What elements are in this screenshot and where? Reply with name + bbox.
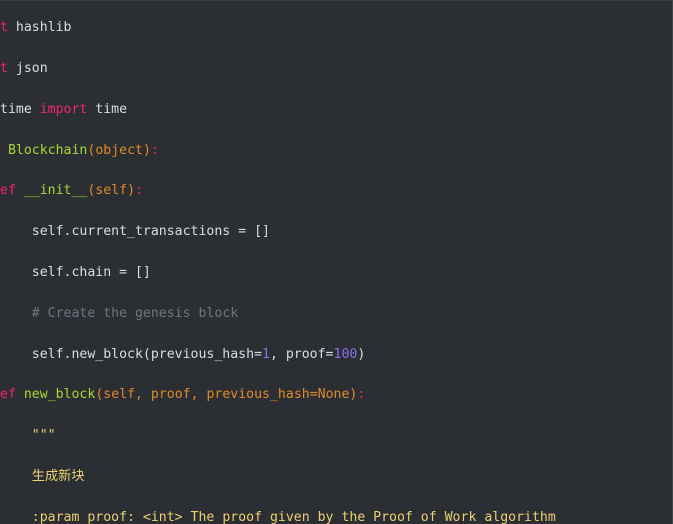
code-line: self.new_block(previous_hash=1, proof=10… xyxy=(0,345,672,365)
code-line: time import time xyxy=(0,100,672,120)
code-token: : xyxy=(150,142,159,158)
code-token: : xyxy=(135,183,143,199)
code-line: t hashlib xyxy=(0,18,672,38)
code-token: self.chain = [] xyxy=(0,264,151,280)
code-token: , proof= xyxy=(269,346,334,362)
code-token: new_block xyxy=(23,387,96,403)
code-token: self, proof, previous_hash=None xyxy=(103,387,350,403)
code-token: # Create the genesis block xyxy=(31,305,239,321)
code-line: t json xyxy=(0,59,672,79)
code-line: self.current_transactions = [] xyxy=(0,222,672,242)
code-token: self xyxy=(95,183,128,199)
code-token: t xyxy=(0,60,8,76)
code-line: :param proof: <int> The proof given by t… xyxy=(0,508,672,524)
code-token: 100 xyxy=(333,346,358,362)
code-token: ) xyxy=(357,346,366,362)
code-token: 1 xyxy=(262,346,270,362)
code-token: Blockchain xyxy=(7,142,88,158)
code-line: self.chain = [] xyxy=(0,263,672,283)
code-token: self.current_transactions = [] xyxy=(0,224,270,240)
code-token: ef xyxy=(0,183,16,199)
code-line: # Create the genesis block xyxy=(0,304,672,324)
code-token: """ xyxy=(31,428,56,444)
code-token: t xyxy=(0,20,8,36)
code-token: json xyxy=(7,60,48,76)
code-token: hashlib xyxy=(7,20,72,36)
editor-window: t hashlib t json time import time Blockc… xyxy=(0,0,673,524)
code-token: ef xyxy=(0,387,16,403)
code-token: ) xyxy=(127,183,136,199)
code-token: :param proof: <int> The proof given by t… xyxy=(31,509,556,524)
code-line: 生成新块 xyxy=(0,467,672,487)
code-line: ef __init__(self): xyxy=(0,181,672,201)
code-token: 生成新块 xyxy=(31,468,85,484)
code-token: ) xyxy=(142,142,151,158)
code-token: import xyxy=(39,101,88,117)
code-line: ef new_block(self, proof, previous_hash=… xyxy=(0,385,672,405)
code-line: Blockchain(object): xyxy=(0,141,672,161)
code-token: time xyxy=(87,101,128,117)
code-token: : xyxy=(357,387,366,403)
code-token: time xyxy=(0,101,40,117)
code-token: __init__ xyxy=(23,183,88,199)
code-token: object xyxy=(95,142,143,158)
code-line: """ xyxy=(0,426,672,446)
code-editor-text-area[interactable]: t hashlib t json time import time Blockc… xyxy=(0,14,672,524)
code-token: self.new_block(previous_hash= xyxy=(0,346,263,362)
